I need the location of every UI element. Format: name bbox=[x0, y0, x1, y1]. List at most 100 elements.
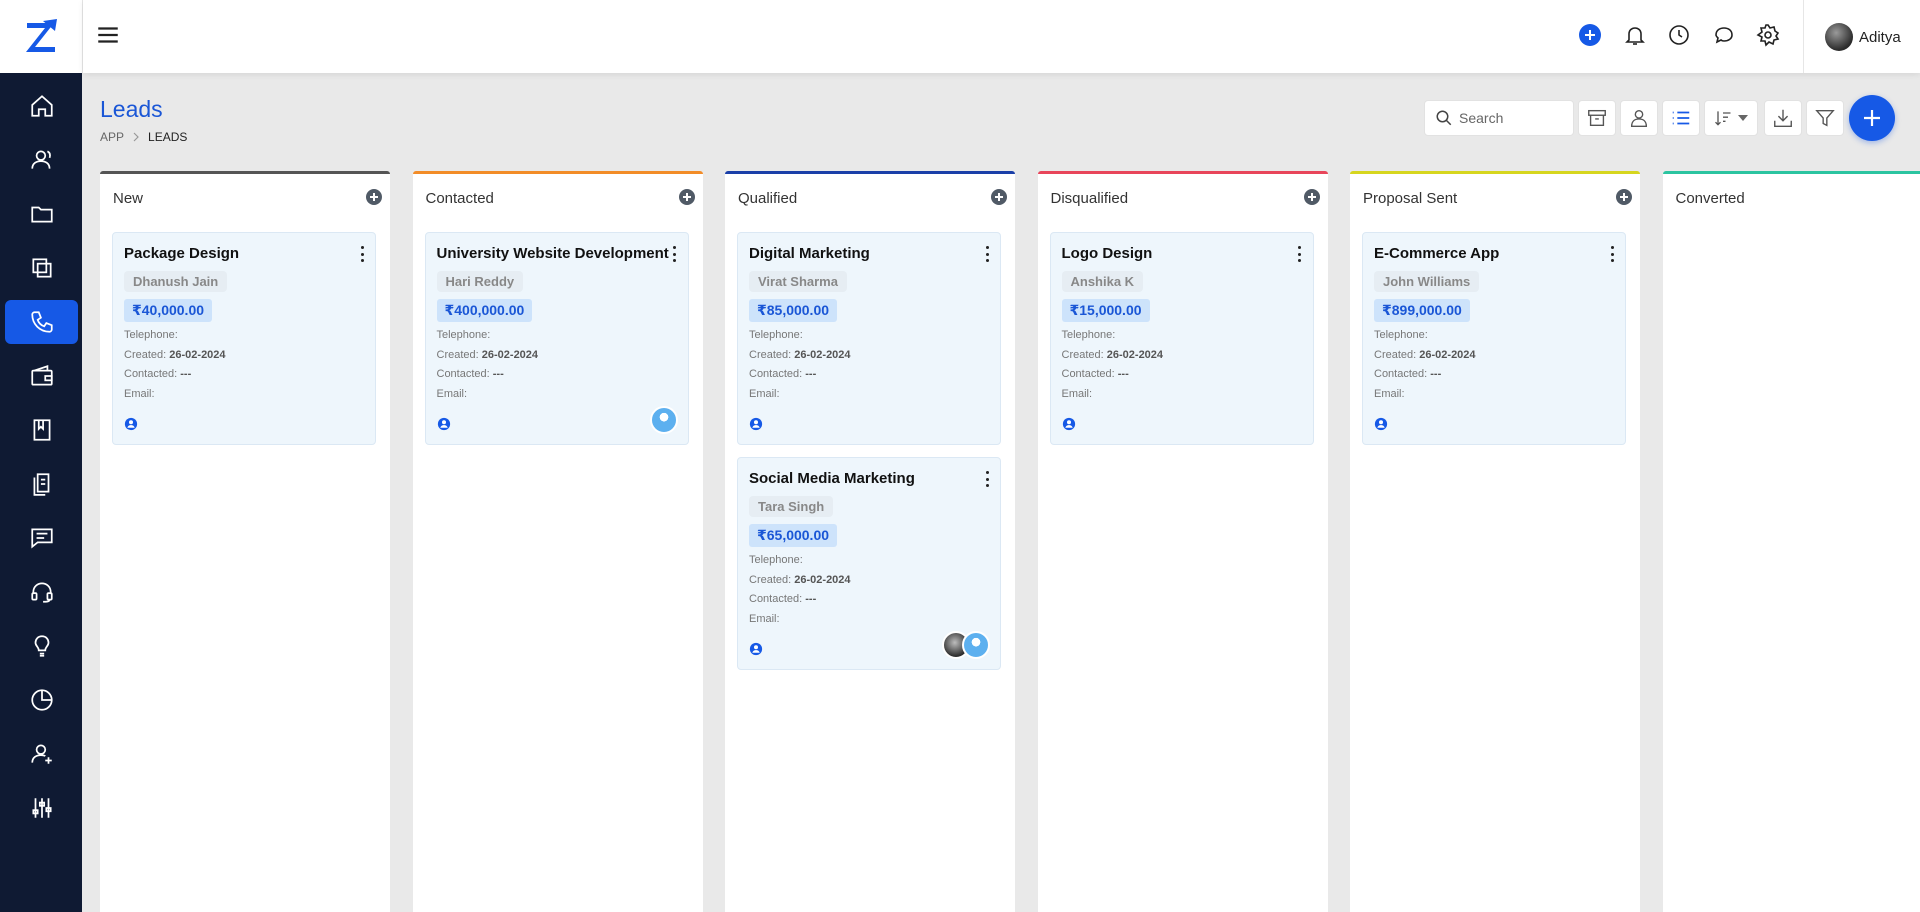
column-title: Contacted bbox=[425, 190, 494, 207]
lead-title[interactable]: Digital Marketing bbox=[749, 245, 870, 262]
add-lead-button[interactable] bbox=[1849, 95, 1895, 141]
telephone-row: Telephone: bbox=[437, 329, 491, 341]
quick-add-button[interactable] bbox=[1575, 20, 1605, 50]
more-options-icon[interactable] bbox=[672, 246, 678, 262]
column-title: Disqualified bbox=[1050, 190, 1129, 207]
created-label: Created: bbox=[749, 574, 792, 586]
owner-user-icon[interactable] bbox=[124, 417, 138, 431]
lead-amount: ₹40,000.00 bbox=[124, 299, 213, 322]
download-button[interactable] bbox=[1764, 100, 1802, 136]
time-tracker-button[interactable] bbox=[1664, 20, 1694, 50]
breadcrumb-root[interactable]: APP bbox=[100, 130, 124, 144]
lead-card[interactable]: Package Design Dhanush Jain ₹40,000.00 Tele… bbox=[112, 232, 376, 445]
lead-title[interactable]: Package Design bbox=[124, 245, 239, 262]
lead-card[interactable]: E-Commerce App John Williams ₹899,000.00 Te… bbox=[1362, 232, 1626, 445]
sidebar-item-reports[interactable] bbox=[5, 678, 78, 722]
copy-icon bbox=[31, 258, 52, 278]
app-logo[interactable] bbox=[0, 0, 83, 73]
column-title: Proposal Sent bbox=[1363, 190, 1458, 207]
owner-user-icon[interactable] bbox=[749, 642, 763, 656]
search-input[interactable] bbox=[1459, 110, 1569, 126]
settings-button[interactable] bbox=[1753, 20, 1783, 50]
column-title: New bbox=[113, 190, 144, 207]
sidebar-item-ideas[interactable] bbox=[5, 624, 78, 668]
created-value: 26-02-2024 bbox=[794, 574, 851, 586]
created-value: 26-02-2024 bbox=[481, 349, 539, 361]
lead-card[interactable]: Logo Design Anshika K ₹15,000.00 Telephone:… bbox=[1049, 232, 1314, 445]
sidebar-item-messages[interactable] bbox=[5, 516, 78, 560]
owner-user-icon[interactable] bbox=[437, 417, 451, 431]
more-options-icon[interactable] bbox=[984, 471, 990, 487]
my-leads-button[interactable] bbox=[1620, 100, 1658, 136]
owner-user-icon[interactable] bbox=[749, 417, 763, 431]
add-card-icon[interactable] bbox=[366, 189, 382, 205]
sidebar-item-knowledge[interactable] bbox=[5, 408, 78, 452]
sidebar-item-contacts[interactable] bbox=[5, 138, 78, 182]
contacted-label: Contacted: bbox=[436, 368, 490, 380]
contacted-value: --- bbox=[1430, 368, 1442, 380]
add-card-icon[interactable] bbox=[991, 189, 1007, 205]
lead-amount: ₹85,000.00 bbox=[749, 299, 838, 322]
sidebar-item-settings[interactable] bbox=[5, 786, 78, 830]
sidebar-item-support[interactable] bbox=[5, 570, 78, 614]
avatar bbox=[649, 406, 678, 434]
sidebar-item-leads[interactable] bbox=[5, 300, 78, 344]
column-title: Converted bbox=[1675, 190, 1745, 207]
created-label: Created: bbox=[124, 349, 167, 361]
lead-card[interactable]: University Website Development Hari Reddy… bbox=[424, 232, 689, 445]
contact-name: Tara Singh bbox=[749, 496, 834, 517]
sort-dropdown[interactable] bbox=[1704, 100, 1758, 136]
created-label: Created: bbox=[1374, 349, 1417, 361]
telephone-row: Telephone: bbox=[1374, 329, 1428, 341]
sidebar-item-home[interactable] bbox=[5, 84, 78, 128]
plus-circle-icon bbox=[1579, 24, 1601, 46]
sidebar-item-projects[interactable] bbox=[5, 192, 78, 236]
contacted-value: --- bbox=[805, 368, 817, 380]
created-row: Created: 26-02-2024 bbox=[124, 349, 226, 361]
lightbulb-icon bbox=[34, 635, 49, 657]
contacted-row: Contacted: --- bbox=[1062, 368, 1129, 380]
notifications-button[interactable] bbox=[1620, 20, 1650, 50]
telephone-row: Telephone: bbox=[1062, 329, 1116, 341]
more-options-icon[interactable] bbox=[1609, 246, 1615, 262]
lead-card[interactable]: Social Media Marketing Tara Singh ₹65,000.… bbox=[737, 457, 1001, 670]
add-card-icon[interactable] bbox=[678, 189, 695, 205]
sidebar-item-documents[interactable] bbox=[5, 462, 78, 506]
chat-button[interactable] bbox=[1709, 20, 1739, 50]
sidebar-item-users[interactable] bbox=[5, 732, 78, 776]
sidebar-item-tasks[interactable] bbox=[5, 246, 78, 290]
lead-title[interactable]: Logo Design bbox=[1062, 245, 1153, 262]
contacted-row: Contacted: --- bbox=[749, 368, 816, 380]
user-icon bbox=[1630, 109, 1648, 127]
contact-name: Hari Reddy bbox=[436, 271, 524, 292]
plus-icon bbox=[1864, 110, 1880, 126]
filter-icon bbox=[1815, 109, 1835, 127]
search-box bbox=[1424, 100, 1574, 136]
wallet-icon bbox=[30, 365, 53, 386]
sliders-icon bbox=[31, 798, 52, 818]
owner-user-icon[interactable] bbox=[1062, 417, 1076, 431]
lead-title[interactable]: Social Media Marketing bbox=[749, 470, 915, 487]
contacted-label: Contacted: bbox=[1374, 368, 1428, 380]
telephone-label: Telephone: bbox=[749, 554, 803, 566]
lead-title[interactable]: E-Commerce App bbox=[1374, 245, 1499, 262]
owner-user-icon[interactable] bbox=[1374, 417, 1388, 431]
lead-title[interactable]: University Website Development bbox=[437, 245, 669, 262]
list-view-button[interactable] bbox=[1662, 100, 1700, 136]
sidebar-item-finance[interactable] bbox=[5, 354, 78, 398]
add-card-icon[interactable] bbox=[1303, 189, 1320, 205]
assignee-avatars[interactable] bbox=[649, 406, 678, 434]
lead-card[interactable]: Digital Marketing Virat Sharma ₹85,000.00 T… bbox=[737, 232, 1001, 445]
more-options-icon[interactable] bbox=[984, 246, 990, 262]
menu-icon[interactable] bbox=[95, 22, 121, 48]
assignee-avatars[interactable] bbox=[942, 631, 990, 659]
email-row: Email: bbox=[749, 613, 780, 625]
user-menu[interactable]: Aditya bbox=[1825, 22, 1901, 52]
add-card-icon[interactable] bbox=[1616, 189, 1632, 205]
filter-button[interactable] bbox=[1806, 100, 1844, 136]
contacted-value: --- bbox=[805, 593, 817, 605]
more-options-icon[interactable] bbox=[359, 246, 365, 262]
created-label: Created: bbox=[1061, 349, 1104, 361]
more-options-icon[interactable] bbox=[1297, 246, 1303, 262]
archive-button[interactable] bbox=[1578, 100, 1616, 136]
